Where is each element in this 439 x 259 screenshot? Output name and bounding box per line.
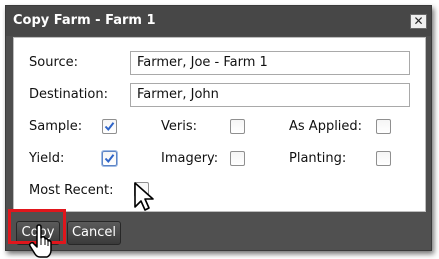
sample-checkbox[interactable] — [102, 119, 117, 134]
cancel-button[interactable]: Cancel — [67, 221, 121, 245]
copy-farm-dialog: Copy Farm - Farm 1 ✕ Source: Farmer, Joe… — [5, 5, 432, 251]
dialog-footer: Copy Cancel — [6, 212, 431, 250]
dialog-title: Copy Farm - Farm 1 — [13, 13, 156, 28]
close-button[interactable]: ✕ — [410, 14, 427, 29]
sample-label: Sample: — [29, 119, 83, 134]
planting-label: Planting: — [289, 151, 347, 166]
imagery-checkbox[interactable] — [230, 151, 245, 166]
most-recent-label: Most Recent: — [29, 183, 114, 198]
checkmark-icon — [104, 122, 115, 132]
source-field[interactable]: Farmer, Joe - Farm 1 — [130, 51, 410, 75]
planting-checkbox[interactable] — [376, 151, 391, 166]
hand-pointer-cursor-icon — [28, 224, 52, 258]
dialog-content: Source: Farmer, Joe - Farm 1 Destination… — [13, 37, 426, 212]
checkmark-icon — [104, 154, 115, 164]
destination-label: Destination: — [29, 87, 108, 102]
as-applied-checkbox[interactable] — [376, 119, 391, 134]
source-label: Source: — [29, 55, 79, 70]
yield-checkbox[interactable] — [102, 151, 117, 166]
arrow-cursor-icon — [134, 182, 154, 211]
veris-checkbox[interactable] — [230, 119, 245, 134]
yield-label: Yield: — [29, 151, 65, 166]
destination-field[interactable]: Farmer, John — [130, 83, 410, 107]
imagery-label: Imagery: — [161, 151, 219, 166]
close-icon: ✕ — [413, 14, 424, 28]
dialog-titlebar[interactable]: Copy Farm - Farm 1 ✕ — [6, 6, 431, 36]
veris-label: Veris: — [161, 119, 197, 134]
as-applied-label: As Applied: — [289, 119, 363, 134]
